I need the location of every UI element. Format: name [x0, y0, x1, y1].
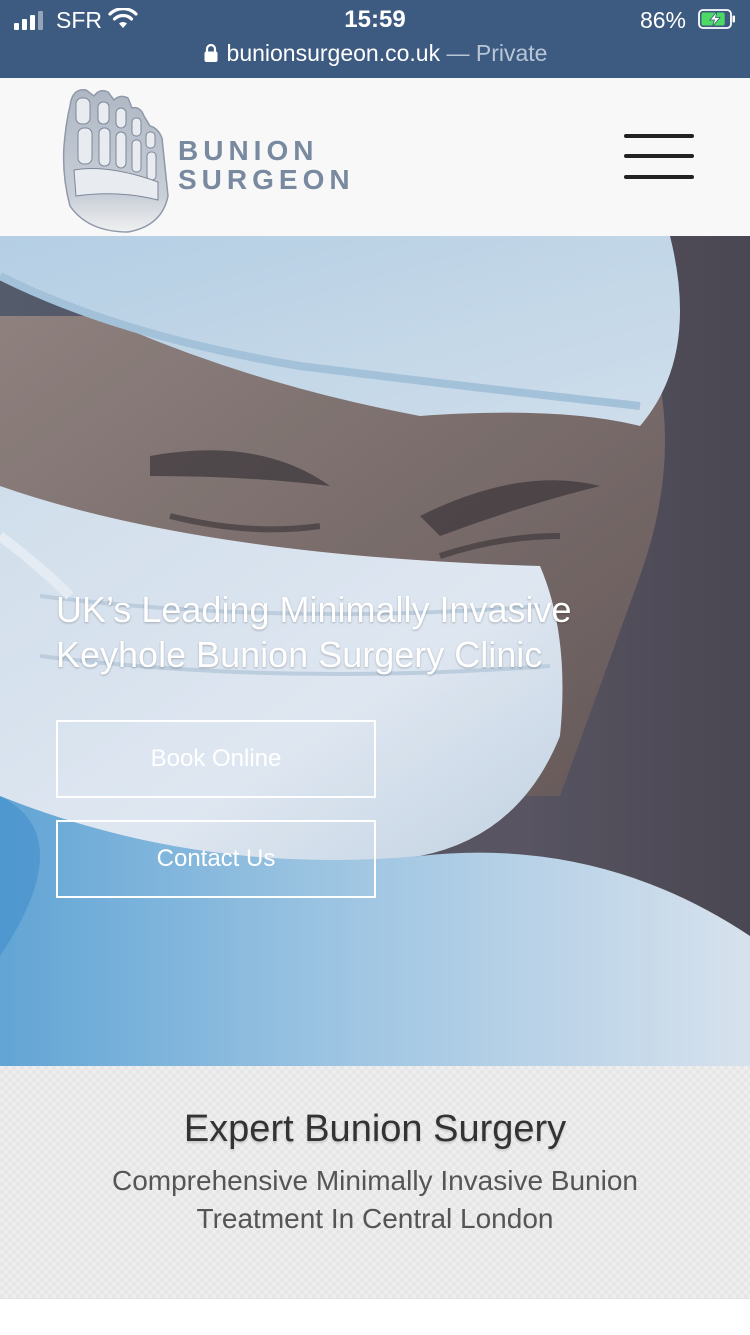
hero-title-line-2: Keyhole Bunion Surgery Clinic — [56, 634, 543, 675]
site-logo[interactable]: BUNION SURGEON — [58, 86, 368, 234]
intro-section: Expert Bunion Surgery Comprehensive Mini… — [0, 1066, 750, 1298]
hero-title: UK’s Leading Minimally Invasive Keyhole … — [56, 587, 696, 677]
url-separator: — — [440, 40, 476, 66]
logo-wordmark: BUNION SURGEON — [178, 136, 355, 194]
intro-title: Expert Bunion Surgery — [183, 1108, 567, 1150]
url-domain: bunionsurgeon.co.uk — [226, 40, 441, 66]
clock: 15:59 — [344, 6, 406, 33]
intro-subtitle: Comprehensive Minimally Invasive Bunion … — [111, 1165, 638, 1234]
battery-charging-icon — [698, 9, 735, 29]
hero-title-line-1: UK’s Leading Minimally Invasive — [56, 589, 572, 630]
page-bottom-strip — [0, 1298, 750, 1335]
logo-line-2: SURGEON — [178, 164, 355, 195]
status-bar: SFR 15:59 86% — [0, 0, 750, 40]
hamburger-menu-icon[interactable] — [622, 134, 696, 184]
browser-chrome: SFR 15:59 86% bunionsurgeon.co.uk — Priv… — [0, 0, 750, 78]
contact-us-button[interactable]: Contact Us — [56, 820, 376, 898]
lock-icon — [204, 43, 218, 62]
foot-bones-icon — [62, 89, 169, 233]
hero-section: UK’s Leading Minimally Invasive Keyhole … — [0, 236, 750, 1066]
address-bar[interactable]: bunionsurgeon.co.uk — Private — [0, 40, 750, 70]
book-online-button[interactable]: Book Online — [56, 720, 376, 798]
battery-percentage: 86% — [639, 7, 686, 33]
logo-line-1: BUNION — [178, 135, 319, 166]
private-mode-label: Private — [475, 40, 548, 66]
